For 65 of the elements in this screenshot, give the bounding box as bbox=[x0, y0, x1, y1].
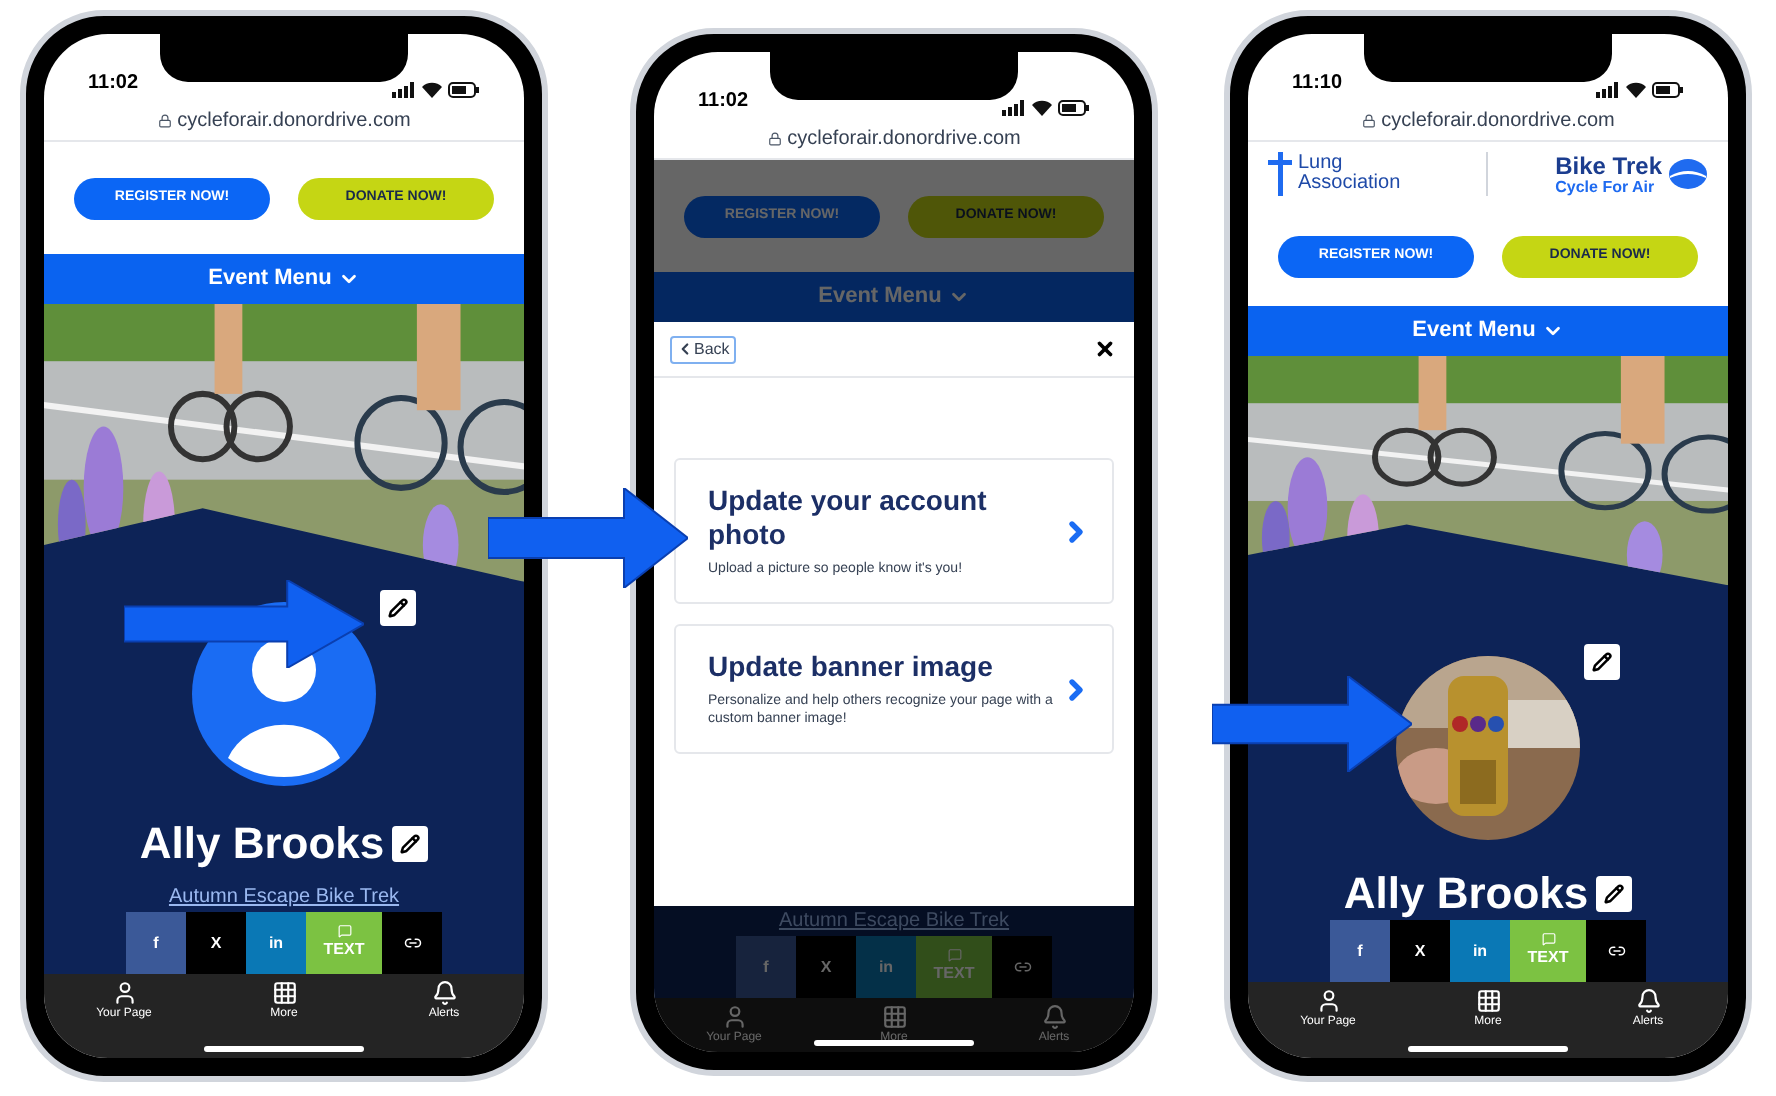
lock-icon bbox=[157, 114, 172, 128]
battery-icon bbox=[448, 82, 480, 98]
signal-icon bbox=[1596, 82, 1620, 98]
option-title: Update banner image bbox=[708, 650, 995, 684]
event-logo-title: Bike Trek bbox=[1555, 153, 1662, 177]
url-text: cycleforair.donordrive.com bbox=[1381, 108, 1615, 136]
facebook-share-button[interactable]: f bbox=[126, 912, 186, 974]
grid-icon bbox=[1475, 988, 1501, 1014]
link-icon bbox=[1607, 942, 1625, 960]
chat-icon bbox=[947, 948, 961, 962]
wifi-icon bbox=[1626, 82, 1646, 98]
link-icon bbox=[1013, 958, 1031, 976]
event-menu-button[interactable]: Event Menu bbox=[44, 254, 524, 304]
facebook-share-button[interactable]: f bbox=[1330, 920, 1390, 982]
back-button[interactable]: Back bbox=[670, 335, 736, 363]
chat-icon bbox=[1541, 932, 1555, 946]
edit-photo-button[interactable] bbox=[380, 590, 416, 626]
status-time: 11:10 bbox=[1292, 70, 1343, 98]
event-link[interactable]: Autumn Escape Bike Trek bbox=[168, 882, 400, 912]
pencil-icon bbox=[400, 834, 421, 854]
lock-icon bbox=[767, 132, 782, 146]
participant-name: Ally Brooks bbox=[139, 818, 385, 870]
signal-icon bbox=[1002, 100, 1026, 116]
pencil-icon bbox=[388, 598, 408, 618]
pencil-icon bbox=[1604, 884, 1625, 904]
facebook-share-button[interactable]: f bbox=[736, 936, 796, 998]
participant-name: Ally Brooks bbox=[1343, 868, 1589, 920]
cross-logo-icon bbox=[1268, 152, 1292, 196]
linkedin-share-button[interactable]: in bbox=[246, 912, 306, 974]
status-time: 11:02 bbox=[698, 88, 749, 116]
wifi-icon bbox=[422, 82, 442, 98]
organization-name: Lung Association bbox=[1298, 154, 1403, 194]
bell-icon bbox=[431, 980, 457, 1006]
user-icon bbox=[1315, 988, 1341, 1014]
signal-icon bbox=[392, 82, 416, 98]
bell-icon bbox=[1635, 988, 1661, 1014]
chevron-left-icon bbox=[676, 340, 694, 358]
x-share-button[interactable]: X bbox=[1390, 920, 1450, 982]
linkedin-share-button[interactable]: in bbox=[1450, 920, 1510, 982]
x-share-button[interactable]: X bbox=[186, 912, 246, 974]
grid-icon bbox=[271, 980, 297, 1006]
globe-logo-icon bbox=[1668, 158, 1708, 190]
url-text: cycleforair.donordrive.com bbox=[787, 126, 1021, 154]
link-share-button[interactable] bbox=[382, 912, 442, 974]
lock-icon bbox=[1361, 114, 1376, 128]
link-icon bbox=[403, 934, 421, 952]
option-title: Update your account photo bbox=[708, 484, 989, 552]
wifi-icon bbox=[1032, 100, 1052, 116]
close-icon bbox=[1093, 338, 1115, 360]
user-icon bbox=[721, 1004, 747, 1030]
event-logo-tagline: Cycle For Air bbox=[1555, 177, 1657, 195]
edit-photo-button[interactable] bbox=[1584, 644, 1620, 680]
grid-icon bbox=[881, 1004, 907, 1030]
x-share-button[interactable]: X bbox=[796, 936, 856, 998]
battery-icon bbox=[1652, 82, 1684, 98]
status-time: 11:02 bbox=[88, 70, 139, 98]
battery-icon bbox=[1058, 100, 1090, 116]
pencil-icon bbox=[1592, 652, 1612, 672]
event-menu-button[interactable]: Event Menu bbox=[1248, 306, 1728, 356]
user-icon bbox=[111, 980, 137, 1006]
url-text: cycleforair.donordrive.com bbox=[177, 108, 411, 136]
edit-name-button[interactable] bbox=[392, 826, 429, 862]
bell-icon bbox=[1041, 1004, 1067, 1030]
chat-icon bbox=[337, 924, 351, 938]
edit-name-button[interactable] bbox=[1596, 876, 1633, 912]
